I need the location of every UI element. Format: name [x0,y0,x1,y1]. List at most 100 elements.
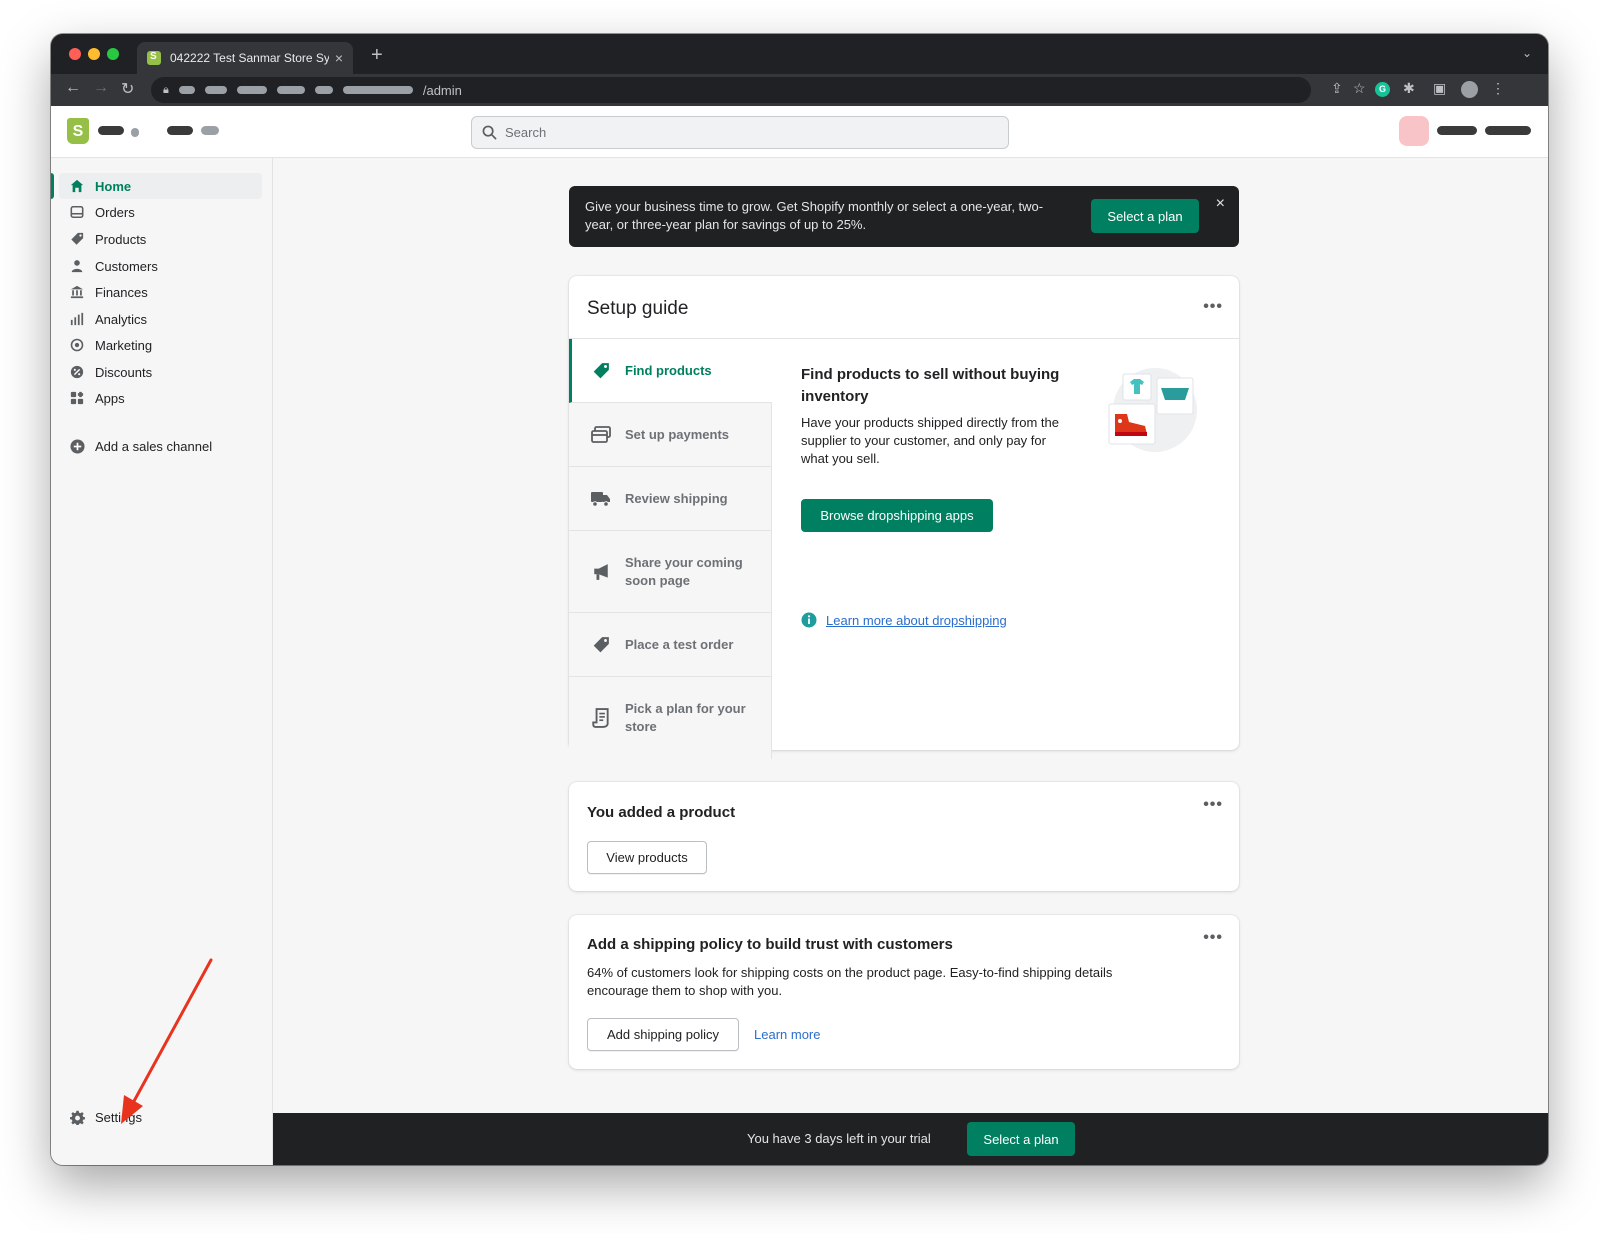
side-panel-icon[interactable]: ▣ [1433,80,1446,97]
minimize-window-button[interactable] [88,48,100,60]
plan-banner: Give your business time to grow. Get Sho… [569,186,1239,247]
step-find-products[interactable]: Find products [569,339,772,403]
sidebar-item-finances[interactable]: Finances [59,279,262,305]
search-icon [482,125,497,140]
sidebar-item-analytics[interactable]: Analytics [59,306,262,332]
info-icon [801,612,817,628]
tab-close-icon[interactable]: × [335,50,343,66]
banner-message: Give your business time to grow. Get Sho… [585,199,1044,232]
extensions-puzzle-icon[interactable]: ✱ [1403,80,1415,97]
search-input[interactable]: Search [471,116,1009,149]
step-detail: Find products to sell without buying inv… [801,364,1071,628]
profile-avatar[interactable] [1461,81,1478,98]
step-review-shipping[interactable]: Review shipping [569,467,772,531]
sidebar-item-label: Marketing [95,337,153,353]
shipping-policy-card: Add a shipping policy to build trust wit… [569,915,1239,1069]
user-avatar[interactable] [1399,116,1429,146]
redacted-user-name[interactable] [1485,126,1531,135]
sidebar-item-label: Home [95,178,132,194]
step-pick-a-plan[interactable]: Pick a plan for your store [569,677,772,759]
sidebar: Home Orders Products Customers Finances … [51,158,273,1165]
main-content: Give your business time to grow. Get Sho… [273,158,1548,1165]
step-label: Find products [625,362,712,378]
browser-toolbar: ← → ↻ 🔒︎ /admin ⇪ ☆ G ✱ ▣ ⋮ [51,74,1548,106]
add-shipping-policy-button[interactable]: Add shipping policy [587,1018,739,1051]
more-options-icon[interactable]: ••• [1203,929,1223,947]
lock-icon: 🔒︎ [163,83,169,96]
tag-icon [69,231,85,247]
trial-select-plan-button[interactable]: Select a plan [967,1122,1075,1156]
grammarly-extension-icon[interactable]: G [1375,82,1390,97]
learn-dropshipping-row: Learn more about dropshipping [801,612,1071,628]
step-place-test-order[interactable]: Place a test order [569,613,772,677]
shopify-logo-icon[interactable]: S [67,118,89,144]
learn-more-shipping-link[interactable]: Learn more [754,1027,820,1042]
new-tab-button[interactable]: + [371,44,383,67]
sidebar-item-settings[interactable]: Settings [59,1104,262,1130]
megaphone-icon [591,562,611,582]
address-bar[interactable]: 🔒︎ /admin [151,77,1311,103]
sidebar-item-orders[interactable]: Orders [59,199,262,225]
forward-arrow-icon[interactable]: → [93,79,109,97]
browser-tab[interactable]: 042222 Test Sanmar Store Syn × [137,42,353,74]
browser-menu-icon[interactable]: ⋮ [1491,80,1505,97]
step-label: Place a test order [625,636,734,652]
shipping-policy-body: 64% of customers look for shipping costs… [587,965,1113,998]
redacted-store-name [167,126,193,135]
trial-message: You have 3 days left in your trial [747,1131,931,1146]
learn-more-dropshipping-link[interactable]: Learn more about dropshipping [826,613,1007,628]
more-options-icon[interactable]: ••• [1203,796,1223,814]
setup-steps-list: Find products Set up payments Review shi… [569,339,772,759]
sidebar-item-label: Add a sales channel [95,438,213,454]
redacted-store-name [201,126,219,135]
sidebar-item-marketing[interactable]: Marketing [59,332,262,358]
setup-guide-card: Setup guide ••• Find products Set up pay… [569,276,1239,759]
more-options-icon[interactable]: ••• [1203,298,1223,316]
sidebar-item-products[interactable]: Products [59,226,262,252]
tag-icon [591,361,611,381]
share-icon[interactable]: ⇪ [1331,80,1343,97]
sidebar-item-label: Finances [95,284,148,300]
browse-dropshipping-apps-button[interactable]: Browse dropshipping apps [801,499,993,532]
active-indicator [51,173,54,199]
step-share-coming-soon[interactable]: Share your coming soon page [569,531,772,613]
redacted-url-part [342,86,413,94]
shopify-favicon-icon [147,51,161,65]
shopify-admin: S Search Home Orders Products Customers … [51,106,1548,1165]
gear-icon [69,1109,85,1125]
redacted-url-part [178,86,195,94]
redacted-url-part [276,86,305,94]
tag-icon [591,635,611,655]
added-product-card: You added a product ••• View products [569,782,1239,891]
sidebar-item-customers[interactable]: Customers [59,253,262,279]
step-label: Pick a plan for your store [625,701,746,734]
sidebar-item-apps[interactable]: Apps [59,385,262,411]
discount-icon [69,364,85,380]
sidebar-item-label: Settings [95,1109,142,1125]
maximize-window-button[interactable] [107,48,119,60]
tab-search-chevron-icon[interactable]: ⌄ [1522,46,1532,60]
banner-select-plan-button[interactable]: Select a plan [1091,199,1199,233]
banner-close-icon[interactable]: × [1216,195,1225,213]
reload-icon[interactable]: ↻ [121,79,134,99]
redacted-user-name[interactable] [1437,126,1477,135]
sidebar-item-label: Products [95,231,147,247]
back-arrow-icon[interactable]: ← [65,79,81,97]
view-products-button[interactable]: View products [587,841,707,874]
close-window-button[interactable] [69,48,81,60]
browser-tab-bar: 042222 Test Sanmar Store Syn × + ⌄ [51,34,1548,74]
bookmark-star-icon[interactable]: ☆ [1353,80,1366,97]
sidebar-item-label: Customers [95,258,158,274]
apps-icon [69,390,85,406]
setup-guide-title: Setup guide [569,276,1239,339]
sidebar-item-discounts[interactable]: Discounts [59,359,262,385]
sidebar-item-home[interactable]: Home [59,173,262,199]
home-icon [69,178,85,194]
step-label: Set up payments [625,426,730,442]
sidebar-item-label: Analytics [95,311,148,327]
step-set-up-payments[interactable]: Set up payments [569,403,772,467]
step-label: Review shipping [625,490,728,506]
add-sales-channel-button[interactable]: Add a sales channel [59,433,262,459]
sidebar-item-label: Orders [95,204,135,220]
redacted-url-part [314,86,333,94]
